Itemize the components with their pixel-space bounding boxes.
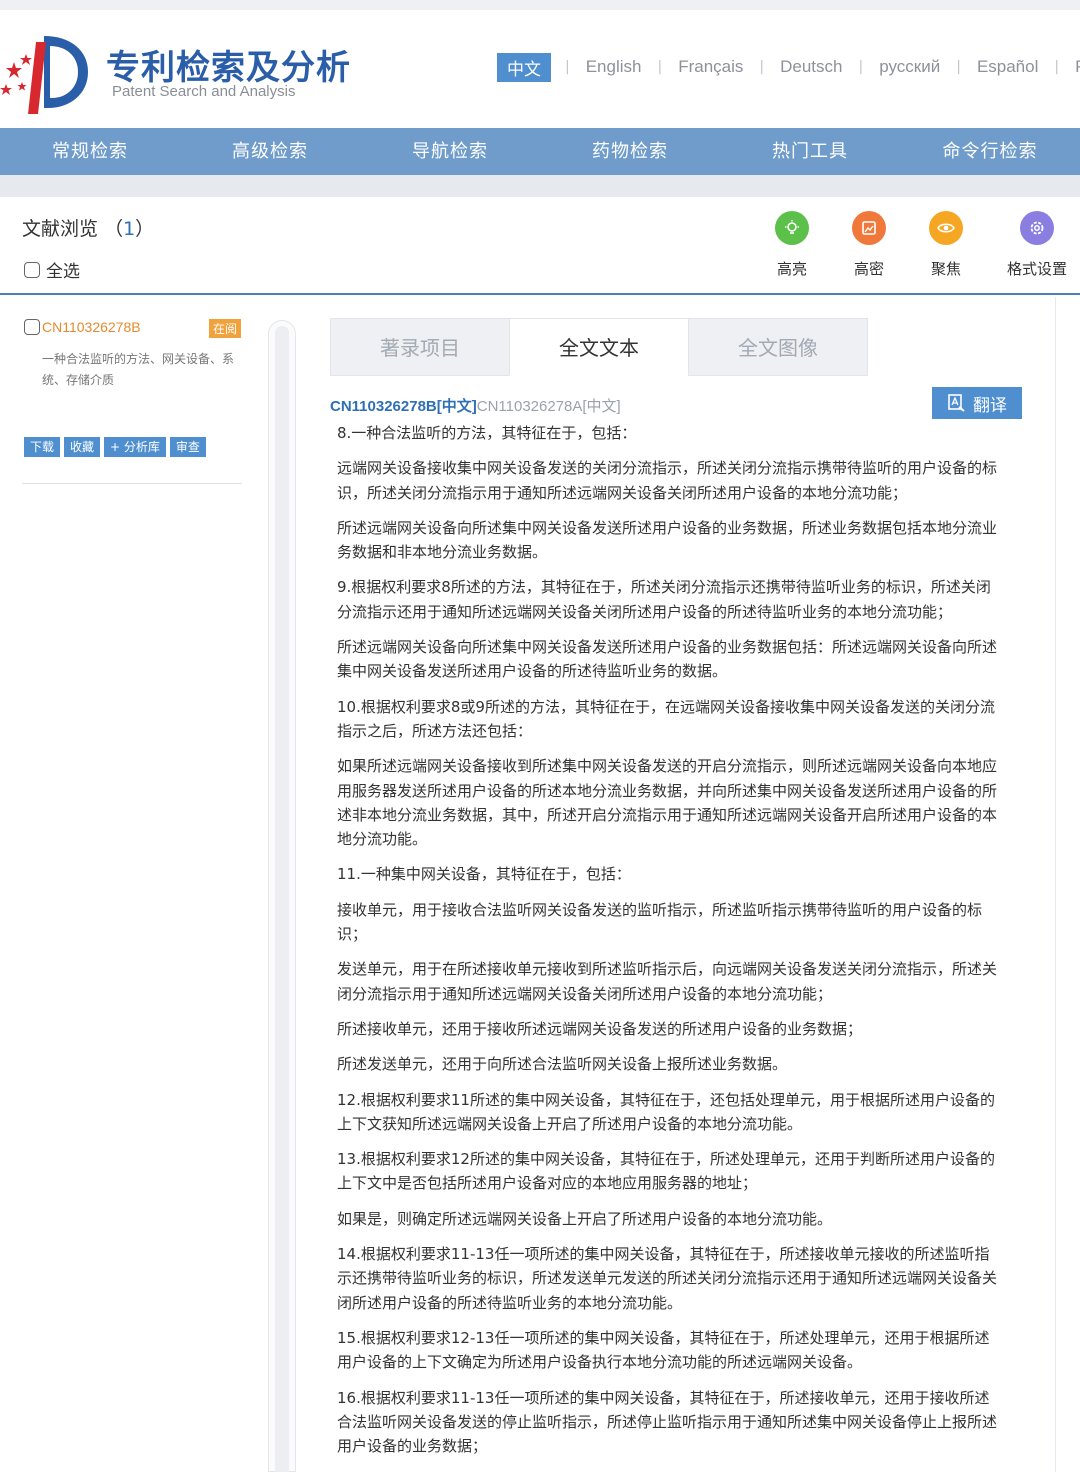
reading-badge: 在阅 [209, 319, 242, 338]
document-list-panel: CN110326278B 在阅 一种合法监听的方法、网关设备、系统、存储介质 下… [0, 297, 260, 1472]
lang-separator: | [565, 59, 570, 75]
site-header: 专利检索及分析 Patent Search and Analysis 中文 | … [0, 10, 1080, 128]
translate-label: 翻译 [973, 395, 1007, 416]
translate-icon [948, 394, 965, 412]
tab-bibliographic[interactable]: 著录项目 [330, 318, 510, 376]
claim-paragraph: 接收单元，用于接收合法监听网关设备发送的监听指示，所述监听指示携带待监听的用户设… [337, 900, 983, 944]
focus-tool-label: 聚焦 [930, 260, 961, 278]
browse-count: 1 [123, 218, 136, 240]
browse-toolbar: 文献浏览 （1） 全选 高亮 高密 聚焦 格式设置 [0, 197, 1080, 295]
format-settings-tool[interactable]: 格式设置 [1002, 211, 1072, 279]
claim-paragraph: 远端网关设备接收集中网关设备发送的关闭分流指示，所述关闭分流指示携带待监听的用户… [337, 459, 998, 502]
brand-title: 专利检索及分析 [106, 48, 351, 88]
doc-actions: 下载 收藏 + 分析库 审查 [24, 437, 206, 457]
claim-paragraph: 如果是，则确定所述远端网关设备上开启了所述用户设备的本地分流功能。 [337, 1209, 833, 1228]
lang-separator: | [956, 59, 961, 75]
browse-count-open: （ [104, 218, 124, 240]
claim-paragraph: 8.一种合法监听的方法，其特征在于，包括： [337, 424, 637, 442]
language-switcher: 中文 | English | Français | Deutsch | русс… [497, 52, 1080, 82]
document-viewer: 著录项目 全文文本 全文图像 CN110326278B[中文]CN1103262… [330, 297, 1052, 1472]
highlight-tool-label: 高亮 [776, 260, 807, 278]
scrollbar-thumb[interactable] [275, 326, 289, 1472]
lang-separator: | [759, 59, 765, 75]
doc-version-a-link[interactable]: CN110326278A[中文] [477, 398, 621, 415]
download-button[interactable]: 下载 [24, 437, 61, 457]
lang-portuguese[interactable]: Pe [1073, 57, 1080, 77]
view-tabs: 著录项目 全文文本 全文图像 [330, 318, 868, 376]
select-all-label: 全选 [46, 262, 80, 282]
lang-separator: | [1054, 59, 1060, 75]
review-button[interactable]: 审查 [169, 437, 206, 457]
claim-paragraph: 所述远端网关设备向所述集中网关设备发送所述用户设备的业务数据包括：所述远端网关设… [337, 638, 998, 681]
checkbox-icon[interactable] [24, 261, 40, 278]
doc-id-link[interactable]: CN110326278B [42, 319, 141, 335]
lang-separator: | [858, 59, 864, 75]
nav-drug-search[interactable]: 药物检索 [540, 128, 720, 175]
doc-version-links: CN110326278B[中文]CN110326278A[中文] [330, 395, 621, 416]
claim-paragraph: 所述远端网关设备向所述集中网关设备发送所述用户设备的业务数据，所述业务数据包括本… [337, 518, 998, 562]
nav-navigation-search[interactable]: 导航检索 [360, 128, 540, 175]
brand-subtitle: Patent Search and Analysis [112, 83, 296, 100]
lang-chinese[interactable]: 中文 [497, 52, 551, 82]
claim-paragraph: 14.根据权利要求11-13任一项所述的集中网关设备，其特征在于，所述接收单元接… [337, 1245, 998, 1312]
select-all-checkbox[interactable]: 全选 [24, 257, 80, 282]
doc-checkbox[interactable] [24, 319, 40, 335]
lang-english[interactable]: English [584, 57, 644, 77]
format-settings-tool-label: 格式设置 [1006, 260, 1067, 278]
viewer-right-border [1055, 297, 1056, 1472]
top-strip [0, 0, 1080, 10]
claim-paragraph: 13.根据权利要求12所述的集中网关设备，其特征在于，所述处理单元，还用于判断所… [337, 1150, 995, 1193]
claim-paragraph: 10.根据权利要求8或9所述的方法，其特征在于，在远端网关设备接收集中网关设备发… [337, 697, 995, 740]
main-nav: 常规检索 高级检索 导航检索 药物检索 热门工具 命令行检索 [0, 128, 1080, 175]
add-to-analysis-button[interactable]: + 分析库 [104, 437, 166, 457]
tab-fulltext-image[interactable]: 全文图像 [688, 318, 868, 376]
lang-spanish[interactable]: Español [975, 57, 1040, 77]
gear-icon[interactable] [1020, 211, 1054, 245]
lang-german[interactable]: Deutsch [778, 57, 844, 77]
browse-title: 文献浏览 （1） [22, 214, 154, 241]
patent-logo-icon [0, 36, 88, 114]
nav-advanced-search[interactable]: 高级检索 [180, 128, 360, 175]
claim-paragraph: 如果所述远端网关设备接收到所述集中网关设备发送的开启分流指示，则所述远端网关设备… [337, 757, 998, 849]
doc-version-b-link[interactable]: CN110326278B[中文] [330, 398, 477, 415]
translate-button[interactable]: 翻译 [932, 387, 1022, 419]
claim-paragraph: 12.根据权利要求11所述的集中网关设备，其特征在于，还包括处理单元，用于根据所… [337, 1090, 995, 1133]
tab-fulltext[interactable]: 全文文本 [509, 318, 689, 376]
lang-french[interactable]: Français [676, 57, 745, 77]
claim-paragraph: 发送单元，用于在所述接收单元接收到所述监听指示后，向远端网关设备发送关闭分流指示… [337, 960, 998, 1003]
highlight-tool[interactable]: 高亮 [757, 211, 827, 279]
doc-description: 一种合法监听的方法、网关设备、系统、存储介质 [42, 352, 235, 387]
browse-title-text: 文献浏览 [22, 218, 99, 240]
lang-russian[interactable]: русский [877, 57, 942, 77]
nav-command-search[interactable]: 命令行检索 [900, 128, 1080, 175]
claim-paragraph: 所述发送单元，还用于向所述合法监听网关设备上报所述业务数据。 [337, 1055, 788, 1074]
claim-paragraph: 所述接收单元，还用于接收所述远端网关设备发送的所述用户设备的业务数据； [337, 1019, 863, 1038]
lang-separator: | [657, 59, 663, 75]
density-tool-label: 高密 [853, 260, 884, 278]
bulb-icon[interactable] [775, 211, 809, 245]
claim-paragraph: 15.根据权利要求12-13任一项所述的集中网关设备，其特征在于，所述处理单元，… [337, 1328, 990, 1372]
image-icon[interactable] [852, 211, 886, 245]
focus-tool[interactable]: 聚焦 [911, 211, 981, 279]
eye-icon[interactable] [929, 211, 963, 245]
left-divider [22, 483, 242, 484]
density-tool[interactable]: 高密 [834, 211, 904, 279]
claim-paragraph: 9.根据权利要求8所述的方法，其特征在于，所述关闭分流指示还携带待监听业务的标识… [337, 578, 991, 621]
nav-hot-tools[interactable]: 热门工具 [720, 128, 900, 175]
browse-count-close: ） [135, 218, 155, 240]
document-list-item: CN110326278B 在阅 一种合法监听的方法、网关设备、系统、存储介质 下… [24, 319, 244, 457]
claim-paragraph: 16.根据权利要求11-13任一项所述的集中网关设备，其特征在于，所述接收单元，… [337, 1388, 998, 1456]
favorite-button[interactable]: 收藏 [64, 437, 101, 457]
claims-text: 8.一种合法监听的方法，其特征在于，包括： 远端网关设备接收集中网关设备发送的关闭… [337, 421, 997, 1469]
sub-strip [0, 175, 1080, 197]
nav-regular-search[interactable]: 常规检索 [0, 128, 180, 175]
claim-paragraph: 11.一种集中网关设备，其特征在于，包括： [337, 865, 631, 884]
